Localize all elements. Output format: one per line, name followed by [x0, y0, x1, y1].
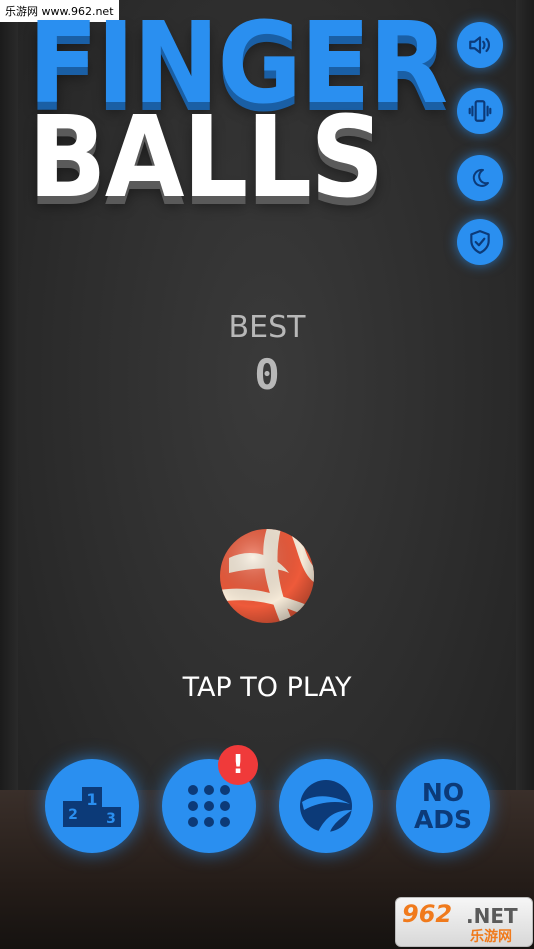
watermark-logo-main: 962 — [402, 900, 453, 928]
tap-to-play[interactable]: TAP TO PLAY — [0, 672, 534, 703]
sound-button[interactable] — [457, 22, 503, 68]
ball-skin-button[interactable] — [279, 759, 373, 853]
watermark-logo-sub: 乐游网 — [470, 929, 512, 945]
vibration-button[interactable] — [457, 88, 503, 134]
leaderboard-button[interactable]: 1 2 3 — [45, 759, 139, 853]
speaker-icon — [469, 36, 491, 54]
leaderboard-podium-icon: 1 2 3 — [63, 787, 121, 827]
privacy-button[interactable] — [457, 219, 503, 265]
notification-badge: ! — [218, 745, 258, 785]
svg-text:3: 3 — [106, 811, 116, 827]
night-mode-button[interactable] — [457, 155, 503, 201]
watermark-logo: 962 .NET 乐游网 — [395, 897, 533, 947]
title-balls: BALLS — [28, 93, 384, 223]
ball-icon[interactable] — [219, 528, 315, 624]
no-ads-line1: NO — [421, 778, 465, 807]
no-ads-label: NO ADS — [414, 779, 472, 833]
vibration-icon — [468, 100, 492, 122]
svg-text:2: 2 — [68, 807, 78, 823]
game-title: FINGER BALLS — [28, 8, 483, 214]
svg-text:1: 1 — [86, 790, 97, 809]
shield-check-icon — [470, 230, 490, 254]
no-ads-line2: ADS — [413, 805, 473, 834]
watermark-logo-net: .NET — [466, 904, 518, 928]
no-ads-button[interactable]: NO ADS — [396, 759, 490, 853]
ball-grid-icon — [188, 785, 230, 827]
best-score: 0 — [254, 350, 280, 399]
best-label: BEST — [228, 310, 306, 345]
moon-icon — [472, 168, 489, 187]
ball-skin-icon — [300, 780, 352, 832]
